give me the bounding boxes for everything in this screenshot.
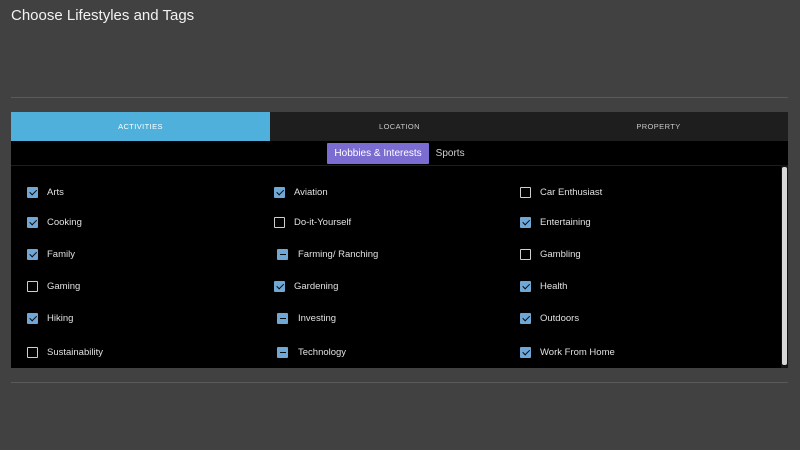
tag-label: Investing (298, 313, 337, 324)
tag-item-hiking[interactable]: Hiking (27, 313, 73, 324)
checkbox-checked-icon[interactable] (520, 313, 531, 324)
tag-item-work-from-home[interactable]: Work From Home (520, 347, 615, 358)
checkbox-unchecked-icon[interactable] (27, 281, 38, 292)
checkbox-indeterminate-icon[interactable] (277, 313, 288, 324)
checkbox-checked-icon[interactable] (520, 347, 531, 358)
tag-label: Hiking (47, 313, 74, 324)
tag-checkbox-grid: Arts Aviation Car Enthusiast Cooking Do-… (11, 165, 781, 368)
checkbox-unchecked-icon[interactable] (520, 249, 531, 260)
tab-property[interactable]: PROPERTY (529, 112, 788, 141)
subtab-hobbies-interests[interactable]: Hobbies & Interests (327, 142, 429, 164)
checkbox-unchecked-icon[interactable] (27, 347, 38, 358)
tag-label: Car Enthusiast (540, 187, 603, 198)
checkbox-checked-icon[interactable] (520, 281, 531, 292)
tag-label: Gaming (47, 281, 81, 292)
tag-label: Arts (47, 187, 64, 198)
tag-item-outdoors[interactable]: Outdoors (520, 313, 579, 324)
tag-item-do-it-yourself[interactable]: Do-it-Yourself (274, 217, 351, 228)
scrollbar-thumb[interactable] (782, 167, 787, 365)
bottom-divider (11, 382, 788, 383)
tag-item-farming-ranching[interactable]: Farming/ Ranching (274, 249, 378, 260)
checkbox-checked-icon[interactable] (27, 313, 38, 324)
tag-label: Health (540, 281, 568, 292)
tag-item-gaming[interactable]: Gaming (27, 281, 80, 292)
tag-item-cooking[interactable]: Cooking (27, 217, 82, 228)
tag-item-family[interactable]: Family (27, 249, 75, 260)
tag-label: Entertaining (540, 217, 591, 228)
tag-item-car-enthusiast[interactable]: Car Enthusiast (520, 187, 602, 198)
tag-label: Technology (298, 347, 347, 358)
main-tabs: ACTIVITIES LOCATION PROPERTY (11, 112, 788, 141)
tag-label: Aviation (294, 187, 328, 198)
tag-label: Farming/ Ranching (298, 249, 379, 260)
tag-label: Do-it-Yourself (294, 217, 352, 228)
tag-label: Cooking (47, 217, 82, 228)
checkbox-checked-icon[interactable] (274, 187, 285, 198)
tag-item-investing[interactable]: Investing (274, 313, 336, 324)
tag-label: Outdoors (540, 313, 580, 324)
subtab-sports[interactable]: Sports (429, 143, 472, 164)
checkbox-indeterminate-icon[interactable] (277, 347, 288, 358)
tag-label: Gambling (540, 249, 581, 260)
checkbox-checked-icon[interactable] (27, 249, 38, 260)
tag-item-aviation[interactable]: Aviation (274, 187, 328, 198)
top-divider (11, 97, 788, 98)
tag-item-health[interactable]: Health (520, 281, 567, 292)
page-title: Choose Lifestyles and Tags (11, 7, 195, 24)
sub-tabs: Hobbies & Interests Sports (11, 141, 788, 166)
tag-label: Family (47, 249, 75, 260)
tags-panel: ACTIVITIES LOCATION PROPERTY Hobbies & I… (11, 112, 788, 368)
tag-item-gambling[interactable]: Gambling (520, 249, 581, 260)
tag-item-gardening[interactable]: Gardening (274, 281, 338, 292)
tag-item-technology[interactable]: Technology (274, 347, 346, 358)
tag-item-arts[interactable]: Arts (27, 187, 64, 198)
checkbox-unchecked-icon[interactable] (520, 187, 531, 198)
checkbox-checked-icon[interactable] (520, 217, 531, 228)
checkbox-unchecked-icon[interactable] (274, 217, 285, 228)
checkbox-indeterminate-icon[interactable] (277, 249, 288, 260)
tab-location[interactable]: LOCATION (270, 112, 529, 141)
tag-label: Sustainability (47, 347, 103, 358)
checkbox-checked-icon[interactable] (27, 217, 38, 228)
tag-label: Work From Home (540, 347, 615, 358)
tag-label: Gardening (294, 281, 339, 292)
checkbox-checked-icon[interactable] (274, 281, 285, 292)
checkbox-checked-icon[interactable] (27, 187, 38, 198)
tag-item-entertaining[interactable]: Entertaining (520, 217, 591, 228)
vertical-scrollbar[interactable] (781, 165, 788, 368)
tab-activities[interactable]: ACTIVITIES (11, 112, 270, 141)
tag-item-sustainability[interactable]: Sustainability (27, 347, 103, 358)
